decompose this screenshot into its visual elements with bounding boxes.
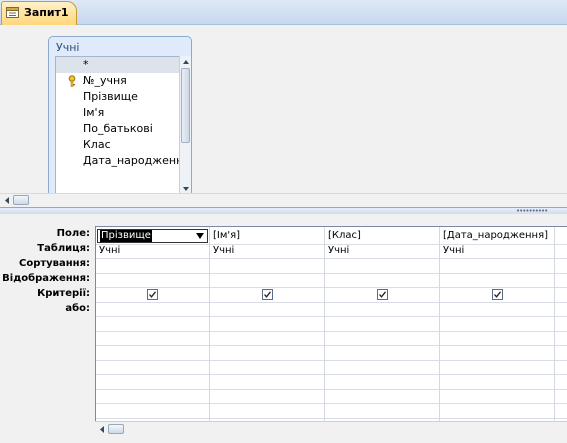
field-list-window[interactable]: Учні * №_учня Прізвище Ім'я По_батькові … (48, 36, 192, 202)
field-list-item-id[interactable]: №_учня (56, 73, 179, 89)
field-list-item-label: Ім'я (83, 106, 105, 119)
field-combo-value[interactable]: Прізвище (100, 230, 152, 242)
field-list-scroll-thumb[interactable] (181, 68, 190, 143)
checkmark-icon (379, 291, 387, 298)
scroll-up-arrow-icon[interactable] (181, 57, 191, 67)
scroll-left-arrow-icon[interactable] (98, 425, 106, 434)
tab-label: Запит1 (24, 6, 69, 19)
grid-column-1[interactable]: Прізвище Учні (96, 227, 210, 435)
chevron-down-icon[interactable] (196, 233, 204, 239)
grid-column-5[interactable] (555, 227, 567, 435)
show-checkbox-column-3[interactable] (377, 289, 388, 300)
field-list-item-label: * (83, 58, 89, 71)
field-list-item-birthdate[interactable]: Дата_народження (56, 153, 179, 169)
field-list-item-name[interactable]: Ім'я (56, 105, 179, 121)
row-label-table: Таблиця: (37, 243, 90, 254)
field-list-item-label: По_батькові (83, 122, 153, 135)
grid-scroll-thumb[interactable] (108, 424, 124, 434)
show-checkbox-column-2[interactable] (262, 289, 273, 300)
field-combo-column-1[interactable]: Прізвище (97, 229, 208, 243)
row-label-or: або: (65, 303, 90, 314)
grid-column-3[interactable]: [Клас] Учні (325, 227, 440, 435)
checkmark-icon (264, 291, 272, 298)
table-cell[interactable]: Учні (443, 245, 464, 256)
field-list-item-surname[interactable]: Прізвище (56, 89, 179, 105)
grid-column-4[interactable]: [Дата_народження] Учні (440, 227, 555, 435)
tab-query1[interactable]: Запит1 (1, 1, 77, 25)
checkmark-icon (149, 291, 157, 298)
field-list-item-class[interactable]: Клас (56, 137, 179, 153)
field-list-item-label: Клас (83, 138, 111, 151)
table-cell[interactable]: Учні (328, 245, 349, 256)
document-tab-strip: Запит1 (0, 0, 567, 25)
field-list-title: Учні (56, 41, 80, 54)
field-cell[interactable]: [Дата_народження] (443, 230, 548, 241)
field-list-item-label: Дата_народження (83, 154, 180, 167)
row-label-field: Поле: (56, 228, 90, 239)
field-list-item-label: №_учня (83, 74, 127, 87)
field-list: * №_учня Прізвище Ім'я По_батькові Клас … (55, 56, 180, 196)
field-list-item-patronymic[interactable]: По_батькові (56, 121, 179, 137)
splitter-grip-icon[interactable]: •••••••••• (516, 208, 548, 215)
upper-scroll-thumb[interactable] (13, 195, 29, 205)
scroll-left-arrow-icon[interactable] (3, 196, 11, 205)
primary-key-icon (68, 75, 76, 87)
row-label-sort: Сортування: (19, 258, 90, 269)
show-checkbox-column-1[interactable] (147, 289, 158, 300)
checkmark-icon (494, 291, 502, 298)
field-cell[interactable]: [Ім'я] (213, 230, 240, 241)
grid-column-2[interactable]: [Ім'я] Учні (210, 227, 325, 435)
query-design-grid: Прізвище Учні [Ім'я] Учні [Клас] Учні [Д… (95, 226, 567, 435)
field-list-scrollbar[interactable] (179, 56, 191, 196)
upper-pane-horizontal-scrollbar[interactable] (0, 193, 567, 207)
show-checkbox-column-4[interactable] (492, 289, 503, 300)
field-list-item-all[interactable]: * (56, 57, 179, 73)
query-design-upper-pane: Учні * №_учня Прізвище Ім'я По_батькові … (0, 25, 567, 202)
field-list-item-label: Прізвище (83, 90, 138, 103)
query-design-grid-pane: Поле: Таблиця: Сортування: Відображення:… (0, 214, 567, 443)
table-cell[interactable]: Учні (99, 245, 120, 256)
field-cell[interactable]: [Клас] (328, 230, 361, 241)
grid-horizontal-scrollbar[interactable] (95, 421, 567, 436)
row-label-criteria: Критерії: (37, 288, 90, 299)
query-icon (6, 7, 19, 18)
row-label-show: Відображення: (2, 273, 90, 284)
table-cell[interactable]: Учні (213, 245, 234, 256)
